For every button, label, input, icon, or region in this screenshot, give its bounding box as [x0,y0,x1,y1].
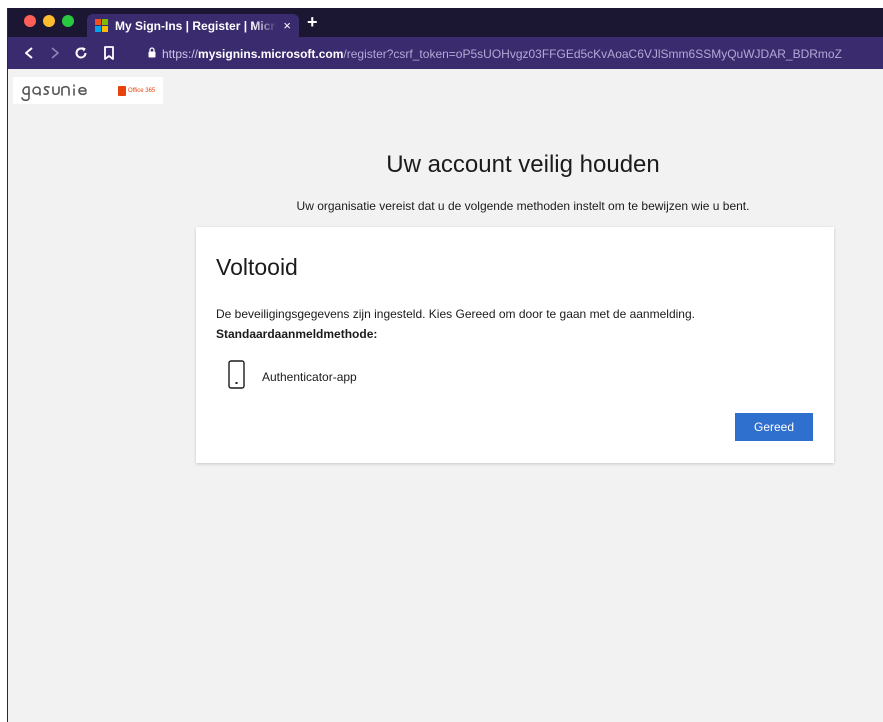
tab-my-sign-ins[interactable]: My Sign-Ins | Register | Microso × [87,14,299,37]
tab-strip: My Sign-Ins | Register | Microso × + [8,8,883,37]
page-title: Uw account veilig houden [386,151,660,178]
done-button[interactable]: Gereed [735,413,813,441]
brand-bar: Office 365 [8,69,883,123]
default-method-label: Standaardaanmeldmethode: [216,327,378,341]
gasunie-logo [21,83,87,101]
url-scheme: https:// [162,47,199,61]
bookmark-icon[interactable] [100,44,118,62]
browser-window: My Sign-Ins | Register | Microso × + htt… [7,8,883,722]
default-method: Authenticator-app [228,360,357,394]
method-name: Authenticator-app [262,370,357,384]
office-brand-text: Office 365 [128,87,156,94]
lock-icon [148,47,156,61]
forward-icon[interactable] [46,44,64,62]
url-host: mysignins.microsoft.com [198,47,344,61]
address-bar[interactable]: https://mysignins.microsoft.com/register… [148,45,883,63]
new-tab-button[interactable]: + [307,11,318,33]
reload-icon[interactable] [72,44,90,62]
page-subtitle: Uw organisatie vereist dat u de volgende… [296,199,750,213]
tab-title: My Sign-Ins | Register | Microso [115,18,277,33]
card-title: Voltooid [216,254,298,280]
minimize-window-button[interactable] [43,15,55,27]
close-window-button[interactable] [24,15,36,27]
brand-logo: Office 365 [13,77,163,104]
url-path: /register?csrf_token=oP5sUOHvgz03FFGEd5c… [343,47,842,61]
microsoft-logo-icon [95,19,108,32]
completion-message: De beveiligingsgegevens zijn ingesteld. … [216,307,695,321]
phone-icon [228,360,245,394]
browser-toolbar: https://mysignins.microsoft.com/register… [8,37,883,69]
back-icon[interactable] [20,44,38,62]
office-logo-icon [118,85,126,96]
maximize-window-button[interactable] [62,15,74,27]
tab-close-icon[interactable]: × [283,18,291,33]
completion-card: Voltooid De beveiligingsgegevens zijn in… [196,227,834,463]
